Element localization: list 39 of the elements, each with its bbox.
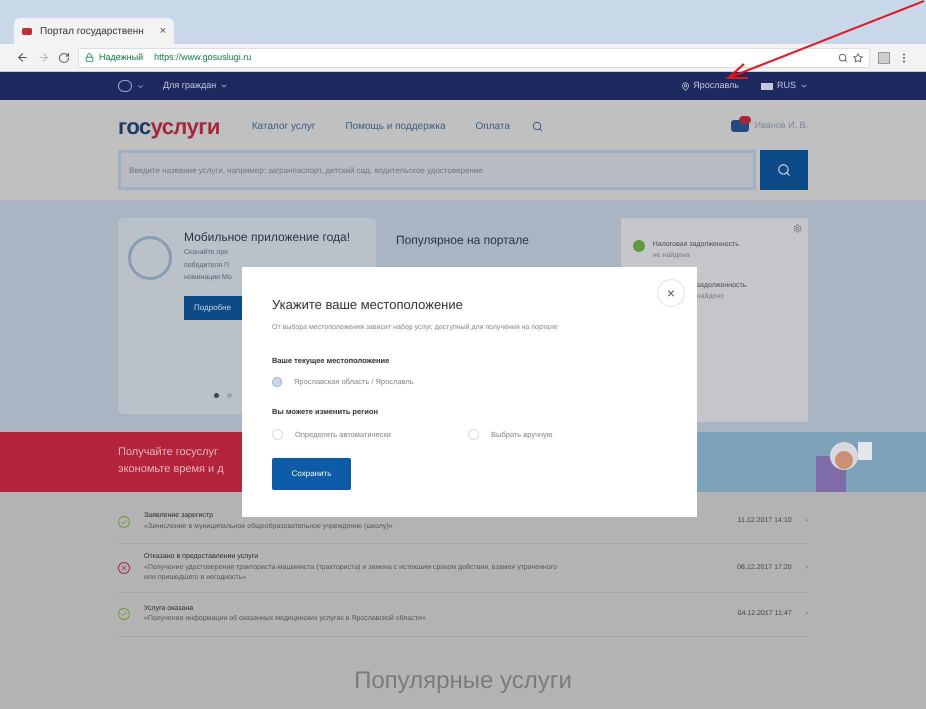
nav-link[interactable]: Помощь и поддержка <box>345 118 446 134</box>
favicon-icon <box>22 28 32 34</box>
extension-icon[interactable] <box>878 52 890 64</box>
banner-text: Получайте госуслуг <box>118 445 218 460</box>
audience-menu[interactable]: Для граждан <box>163 79 228 93</box>
close-button[interactable]: × <box>657 279 685 307</box>
save-button[interactable]: Сохранить <box>272 458 351 490</box>
close-icon[interactable]: × <box>160 22 166 40</box>
settings-icon[interactable] <box>793 224 802 233</box>
lock-icon <box>85 53 94 62</box>
site-logo[interactable]: госуслуги <box>118 110 220 142</box>
location-icon <box>272 376 282 387</box>
back-icon[interactable] <box>16 51 29 64</box>
dialog-title: Укажите ваше местоположение <box>272 296 464 314</box>
nav-link[interactable]: Оплата <box>476 118 510 134</box>
star-icon[interactable] <box>853 52 863 62</box>
award-icon <box>128 236 172 280</box>
chevron-icon <box>220 82 228 90</box>
rejected-icon <box>118 562 130 574</box>
nav-link[interactable]: Каталог услуг <box>252 118 316 134</box>
search-field[interactable]: Введите название услуги, например: загранпаспорт, детский сад, водительское удостоверение <box>118 150 756 190</box>
location-link[interactable]: Ярославль <box>681 79 739 93</box>
emblem-icon[interactable] <box>118 80 132 92</box>
chevron-icon <box>800 82 808 90</box>
promo-title: Мобильное приложение года! <box>184 229 350 246</box>
browser-tab[interactable]: Портал государственн × <box>14 18 174 44</box>
tab-title: Портал государственн <box>40 24 145 38</box>
banner-text: экономьте время и д <box>118 462 224 476</box>
address-field[interactable]: Надежный https://www.gosuslugi.ru <box>78 48 870 68</box>
search-icon[interactable] <box>838 52 848 62</box>
search-icon[interactable] <box>532 120 543 132</box>
pin-icon <box>681 82 690 90</box>
url-text: https://www.gosuslugi.ru <box>154 50 252 64</box>
reload-icon[interactable] <box>58 52 70 64</box>
search-icon <box>777 163 791 177</box>
secure-label: Надежный <box>99 50 144 64</box>
language-menu[interactable]: RUS <box>760 79 808 93</box>
popular-title: Популярное на портале <box>396 233 529 247</box>
section-title: Популярные услуги <box>354 666 572 696</box>
